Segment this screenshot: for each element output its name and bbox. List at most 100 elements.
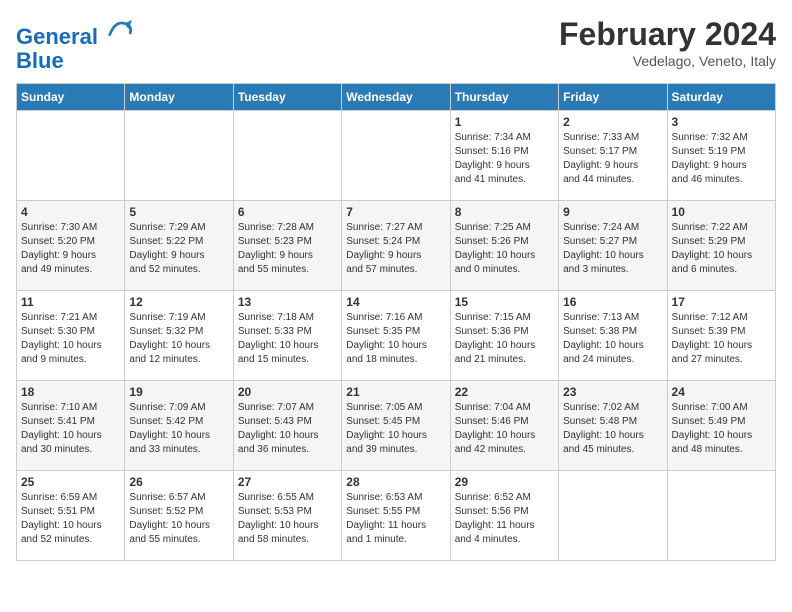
- day-number: 28: [346, 475, 445, 489]
- logo-text: General: [16, 16, 134, 49]
- calendar-cell: 9 Sunrise: 7:24 AM Sunset: 5:27 PM Daylig…: [559, 201, 667, 291]
- logo-icon: [106, 16, 134, 44]
- weekday-header-monday: Monday: [125, 84, 233, 111]
- day-info: Sunrise: 6:52 AM Sunset: 5:56 PM Dayligh…: [455, 491, 554, 547]
- day-info: Sunrise: 7:13 AM Sunset: 5:38 PM Dayligh…: [563, 311, 662, 367]
- day-info: Sunrise: 7:02 AM Sunset: 5:48 PM Dayligh…: [563, 401, 662, 457]
- day-info: Sunrise: 7:22 AM Sunset: 5:29 PM Dayligh…: [672, 221, 771, 277]
- calendar-cell: 4Sunrise: 7:30 AM Sunset: 5:20 PM Daylig…: [17, 201, 125, 291]
- calendar-cell: 3Sunrise: 7:32 AM Sunset: 5:19 PM Daylig…: [667, 111, 775, 201]
- calendar-cell: 22 Sunrise: 7:04 AM Sunset: 5:46 PM Dayli…: [450, 381, 558, 471]
- day-number: 8: [455, 205, 554, 219]
- day-number: 11: [21, 295, 120, 309]
- day-number: 21: [346, 385, 445, 399]
- day-info: Sunrise: 6:59 AM Sunset: 5:51 PM Dayligh…: [21, 491, 120, 547]
- day-info: Sunrise: 7:05 AM Sunset: 5:45 PM Dayligh…: [346, 401, 445, 457]
- weekday-header-thursday: Thursday: [450, 84, 558, 111]
- logo: General Blue: [16, 16, 134, 73]
- calendar-cell: [125, 111, 233, 201]
- weekday-header-sunday: Sunday: [17, 84, 125, 111]
- day-info: Sunrise: 7:10 AM Sunset: 5:41 PM Dayligh…: [21, 401, 120, 457]
- calendar-cell: 14 Sunrise: 7:16 AM Sunset: 5:35 PM Dayli…: [342, 291, 450, 381]
- day-info: Sunrise: 7:19 AM Sunset: 5:32 PM Dayligh…: [129, 311, 228, 367]
- day-info: Sunrise: 7:00 AM Sunset: 5:49 PM Dayligh…: [672, 401, 771, 457]
- calendar-cell: [233, 111, 341, 201]
- day-number: 13: [238, 295, 337, 309]
- calendar-cell: 10 Sunrise: 7:22 AM Sunset: 5:29 PM Dayli…: [667, 201, 775, 291]
- day-info: Sunrise: 7:04 AM Sunset: 5:46 PM Dayligh…: [455, 401, 554, 457]
- calendar-cell: 25Sunrise: 6:59 AM Sunset: 5:51 PM Dayli…: [17, 471, 125, 561]
- calendar-cell: 8 Sunrise: 7:25 AM Sunset: 5:26 PM Daylig…: [450, 201, 558, 291]
- day-number: 9: [563, 205, 662, 219]
- calendar-cell: 29 Sunrise: 6:52 AM Sunset: 5:56 PM Dayli…: [450, 471, 558, 561]
- calendar-cell: 18 Sunrise: 7:10 AM Sunset: 5:41 PM Dayli…: [17, 381, 125, 471]
- week-row-4: 18 Sunrise: 7:10 AM Sunset: 5:41 PM Dayli…: [17, 381, 776, 471]
- day-info: Sunrise: 6:57 AM Sunset: 5:52 PM Dayligh…: [129, 491, 228, 547]
- week-row-3: 11 Sunrise: 7:21 AM Sunset: 5:30 PM Dayli…: [17, 291, 776, 381]
- day-number: 29: [455, 475, 554, 489]
- day-number: 15: [455, 295, 554, 309]
- day-number: 14: [346, 295, 445, 309]
- day-number: 6: [238, 205, 337, 219]
- calendar-cell: 1 Sunrise: 7:34 AM Sunset: 5:16 PM Daylig…: [450, 111, 558, 201]
- day-number: 26: [129, 475, 228, 489]
- week-row-2: 4Sunrise: 7:30 AM Sunset: 5:20 PM Daylig…: [17, 201, 776, 291]
- day-number: 19: [129, 385, 228, 399]
- calendar-cell: 6 Sunrise: 7:28 AM Sunset: 5:23 PM Daylig…: [233, 201, 341, 291]
- weekday-header-saturday: Saturday: [667, 84, 775, 111]
- day-number: 22: [455, 385, 554, 399]
- day-info: Sunrise: 7:09 AM Sunset: 5:42 PM Dayligh…: [129, 401, 228, 457]
- calendar-cell: 23 Sunrise: 7:02 AM Sunset: 5:48 PM Dayli…: [559, 381, 667, 471]
- weekday-header-wednesday: Wednesday: [342, 84, 450, 111]
- day-info: Sunrise: 7:24 AM Sunset: 5:27 PM Dayligh…: [563, 221, 662, 277]
- calendar-cell: 27 Sunrise: 6:55 AM Sunset: 5:53 PM Dayli…: [233, 471, 341, 561]
- calendar-cell: 26 Sunrise: 6:57 AM Sunset: 5:52 PM Dayli…: [125, 471, 233, 561]
- day-info: Sunrise: 7:15 AM Sunset: 5:36 PM Dayligh…: [455, 311, 554, 367]
- day-info: Sunrise: 7:07 AM Sunset: 5:43 PM Dayligh…: [238, 401, 337, 457]
- weekday-header-tuesday: Tuesday: [233, 84, 341, 111]
- calendar-body: 1 Sunrise: 7:34 AM Sunset: 5:16 PM Daylig…: [17, 111, 776, 561]
- calendar-cell: 5Sunrise: 7:29 AM Sunset: 5:22 PM Daylig…: [125, 201, 233, 291]
- day-info: Sunrise: 6:55 AM Sunset: 5:53 PM Dayligh…: [238, 491, 337, 547]
- calendar-cell: 16 Sunrise: 7:13 AM Sunset: 5:38 PM Dayli…: [559, 291, 667, 381]
- calendar-cell: [17, 111, 125, 201]
- day-info: Sunrise: 7:28 AM Sunset: 5:23 PM Dayligh…: [238, 221, 337, 277]
- day-number: 17: [672, 295, 771, 309]
- day-info: Sunrise: 7:29 AM Sunset: 5:22 PM Dayligh…: [129, 221, 228, 277]
- day-info: Sunrise: 7:12 AM Sunset: 5:39 PM Dayligh…: [672, 311, 771, 367]
- calendar-cell: 13 Sunrise: 7:18 AM Sunset: 5:33 PM Dayli…: [233, 291, 341, 381]
- logo-subtext: Blue: [16, 49, 134, 73]
- day-number: 1: [455, 115, 554, 129]
- day-info: Sunrise: 7:16 AM Sunset: 5:35 PM Dayligh…: [346, 311, 445, 367]
- day-info: Sunrise: 6:53 AM Sunset: 5:55 PM Dayligh…: [346, 491, 445, 547]
- weekday-header-friday: Friday: [559, 84, 667, 111]
- day-number: 16: [563, 295, 662, 309]
- calendar-cell: 20 Sunrise: 7:07 AM Sunset: 5:43 PM Dayli…: [233, 381, 341, 471]
- day-info: Sunrise: 7:18 AM Sunset: 5:33 PM Dayligh…: [238, 311, 337, 367]
- day-info: Sunrise: 7:34 AM Sunset: 5:16 PM Dayligh…: [455, 131, 554, 187]
- calendar-cell: 19 Sunrise: 7:09 AM Sunset: 5:42 PM Dayli…: [125, 381, 233, 471]
- day-info: Sunrise: 7:25 AM Sunset: 5:26 PM Dayligh…: [455, 221, 554, 277]
- location: Vedelago, Veneto, Italy: [559, 53, 776, 69]
- day-number: 23: [563, 385, 662, 399]
- header: General Blue February 2024 Vedelago, Ven…: [16, 16, 776, 73]
- day-number: 12: [129, 295, 228, 309]
- week-row-5: 25Sunrise: 6:59 AM Sunset: 5:51 PM Dayli…: [17, 471, 776, 561]
- day-number: 10: [672, 205, 771, 219]
- day-info: Sunrise: 7:21 AM Sunset: 5:30 PM Dayligh…: [21, 311, 120, 367]
- day-number: 27: [238, 475, 337, 489]
- day-number: 24: [672, 385, 771, 399]
- month-title: February 2024: [559, 16, 776, 53]
- day-number: 20: [238, 385, 337, 399]
- calendar-cell: 17 Sunrise: 7:12 AM Sunset: 5:39 PM Dayli…: [667, 291, 775, 381]
- calendar-cell: [559, 471, 667, 561]
- day-info: Sunrise: 7:27 AM Sunset: 5:24 PM Dayligh…: [346, 221, 445, 277]
- calendar-cell: [342, 111, 450, 201]
- calendar-table: SundayMondayTuesdayWednesdayThursdayFrid…: [16, 83, 776, 561]
- calendar-cell: [667, 471, 775, 561]
- calendar-header-row: SundayMondayTuesdayWednesdayThursdayFrid…: [17, 84, 776, 111]
- day-number: 7: [346, 205, 445, 219]
- week-row-1: 1 Sunrise: 7:34 AM Sunset: 5:16 PM Daylig…: [17, 111, 776, 201]
- day-number: 18: [21, 385, 120, 399]
- day-number: 4: [21, 205, 120, 219]
